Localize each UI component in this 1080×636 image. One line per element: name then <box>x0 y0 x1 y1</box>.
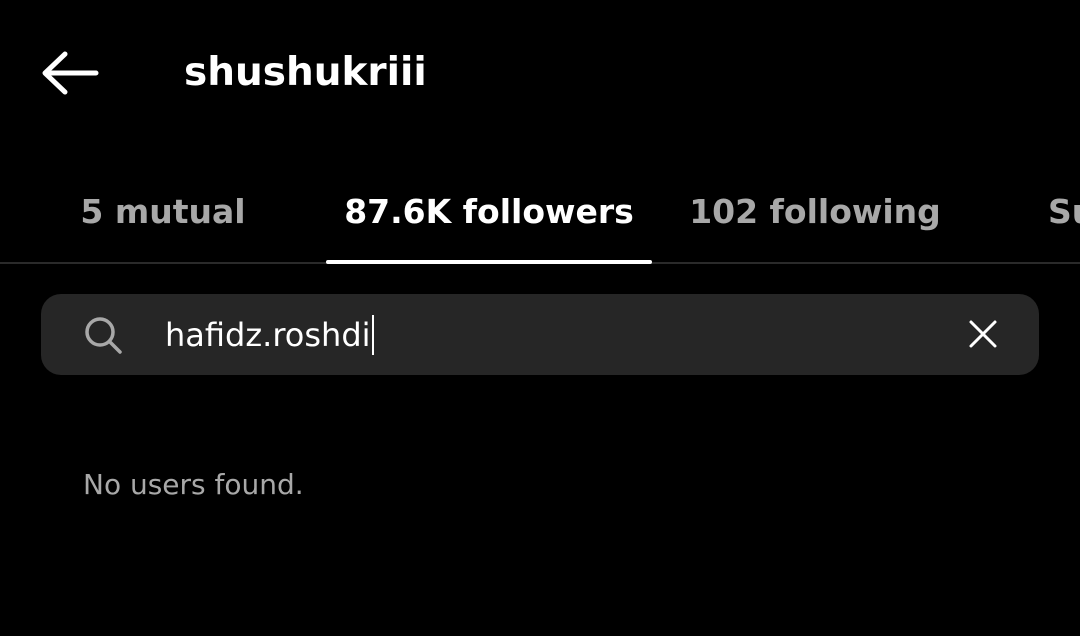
search-input[interactable]: hafidz.roshdi <box>165 310 925 360</box>
active-tab-indicator <box>326 260 652 264</box>
empty-results-message: No users found. <box>83 468 304 501</box>
search-input-value: hafidz.roshdi <box>165 316 371 354</box>
tab-following[interactable]: 102 following <box>652 160 978 262</box>
back-button[interactable] <box>30 40 110 106</box>
arrow-left-icon <box>42 51 99 95</box>
page-title: shushukriii <box>184 50 427 95</box>
text-caret <box>371 315 374 355</box>
header: shushukriii <box>0 0 1080 145</box>
close-icon <box>969 320 997 348</box>
tab-bar: 5 mutual 87.6K followers 102 following S… <box>0 160 1080 264</box>
tab-suggested[interactable]: Su <box>1048 160 1080 262</box>
tab-mutual[interactable]: 5 mutual <box>0 160 326 262</box>
search-icon <box>85 317 122 354</box>
clear-search-button[interactable] <box>954 305 1012 363</box>
tab-followers[interactable]: 87.6K followers <box>326 160 652 262</box>
